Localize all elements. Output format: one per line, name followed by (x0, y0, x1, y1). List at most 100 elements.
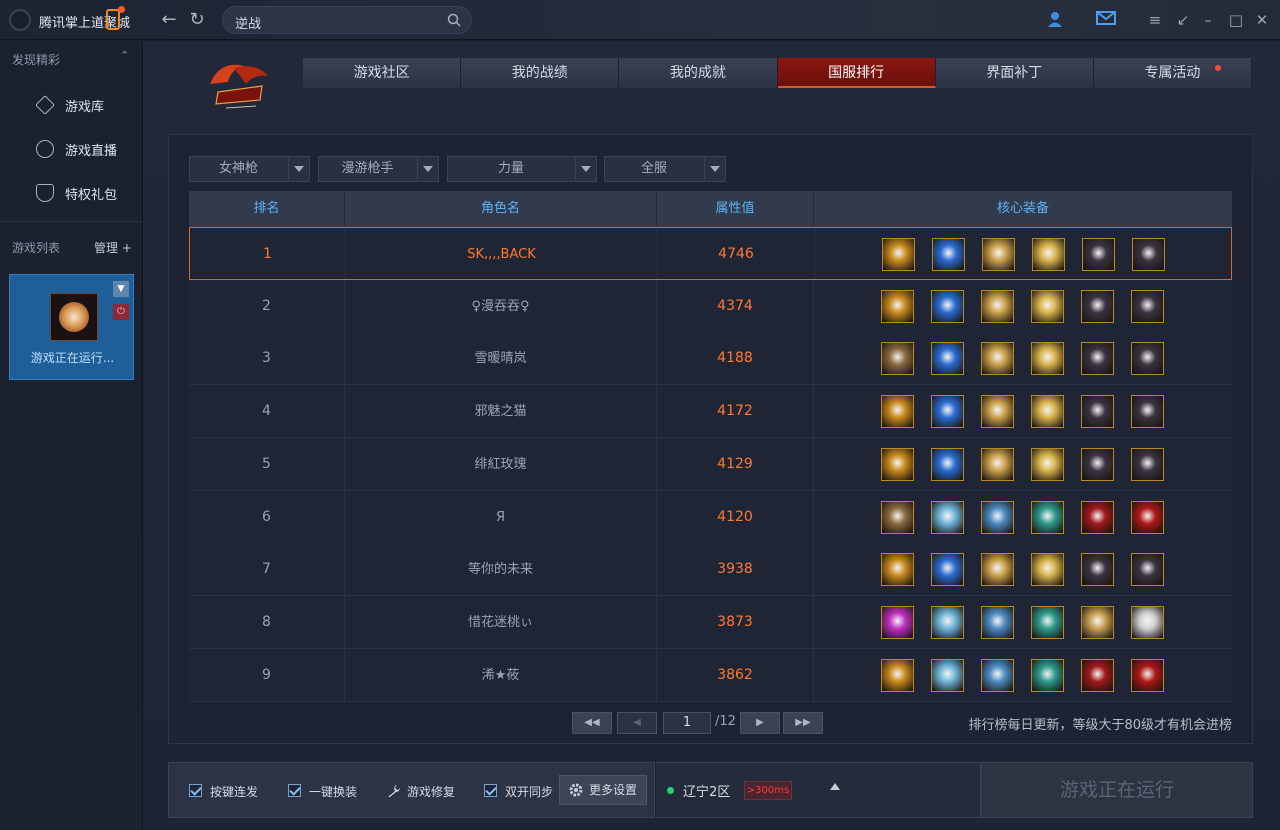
tab-exclusive-events[interactable]: 专属活动 (1093, 58, 1253, 88)
prev-page-button[interactable]: ◀ (617, 712, 657, 734)
expand-up-icon[interactable] (830, 783, 840, 790)
sidebar-item-game-library[interactable]: 游戏库 (0, 85, 142, 125)
star-accessory-icon[interactable] (1031, 553, 1064, 587)
armor-top-icon[interactable] (1081, 500, 1114, 534)
orb-accessory-icon[interactable] (932, 238, 965, 271)
star-accessory-icon[interactable] (1031, 395, 1064, 429)
refresh-icon[interactable]: ↻ (186, 9, 208, 31)
orb-accessory-icon[interactable] (931, 500, 964, 534)
armor-top-icon[interactable] (1082, 238, 1115, 271)
power-icon[interactable]: ⏻ (113, 304, 129, 320)
armor-top-icon[interactable] (1081, 289, 1114, 323)
orb-accessory-icon[interactable] (931, 289, 964, 323)
weapon-icon[interactable] (882, 238, 915, 271)
stat-filter-select[interactable]: 力量 (447, 156, 597, 182)
armor-top-icon[interactable] (1081, 395, 1114, 429)
tab-my-achievements[interactable]: 我的成就 (619, 58, 778, 88)
orb-accessory-icon[interactable] (931, 447, 964, 481)
necklace-icon[interactable] (981, 658, 1014, 692)
sidebar-item-gifts[interactable]: 特权礼包 (0, 173, 142, 213)
table-row[interactable]: 7 等你的未来 3938 (189, 543, 1232, 597)
sidebar-item-live[interactable]: 游戏直播 (0, 129, 142, 169)
armor-bottom-icon[interactable] (1131, 553, 1164, 587)
table-row[interactable]: 5 绯紅玫瑰 4129 (189, 437, 1232, 491)
table-row[interactable]: 4 邪魅之猫 4172 (189, 385, 1232, 439)
star-accessory-icon[interactable] (1032, 238, 1065, 271)
star-accessory-icon[interactable] (1031, 605, 1064, 639)
last-page-button[interactable]: ▶▶ (783, 712, 823, 734)
table-row[interactable]: 6 Я 4120 (189, 490, 1232, 544)
armor-top-icon[interactable] (1081, 658, 1114, 692)
necklace-icon[interactable] (981, 447, 1014, 481)
necklace-icon[interactable] (981, 395, 1014, 429)
table-row[interactable]: 1 SK,,,,BACK 4746 (189, 227, 1232, 280)
armor-top-icon[interactable] (1081, 342, 1114, 376)
weapon-icon[interactable] (881, 289, 914, 323)
armor-top-icon[interactable] (1081, 605, 1114, 639)
tab-ui-patch[interactable]: 界面补丁 (935, 58, 1094, 88)
necklace-icon[interactable] (982, 238, 1015, 271)
star-accessory-icon[interactable] (1031, 342, 1064, 376)
orb-accessory-icon[interactable] (931, 605, 964, 639)
orb-accessory-icon[interactable] (931, 342, 964, 376)
game-card[interactable]: ▼ ⏻ 游戏正在运行... (9, 274, 134, 380)
orb-accessory-icon[interactable] (931, 395, 964, 429)
armor-bottom-icon[interactable] (1132, 238, 1165, 271)
armor-bottom-icon[interactable] (1131, 500, 1164, 534)
weapon-icon[interactable] (881, 395, 914, 429)
mobile-phone-icon[interactable] (106, 6, 125, 30)
weapon-icon[interactable] (881, 500, 914, 534)
necklace-icon[interactable] (981, 500, 1014, 534)
weapon-icon[interactable] (881, 658, 914, 692)
armor-bottom-icon[interactable] (1131, 395, 1164, 429)
armor-bottom-icon[interactable] (1131, 342, 1164, 376)
armor-bottom-icon[interactable] (1131, 289, 1164, 323)
star-accessory-icon[interactable] (1031, 658, 1064, 692)
mail-icon[interactable] (1096, 10, 1116, 30)
necklace-icon[interactable] (981, 342, 1014, 376)
tab-national-ranking[interactable]: 国服排行 (777, 58, 936, 88)
weapon-icon[interactable] (881, 605, 914, 639)
star-accessory-icon[interactable] (1031, 289, 1064, 323)
close-icon[interactable]: ✕ (1252, 10, 1272, 30)
necklace-icon[interactable] (981, 289, 1014, 323)
search-input[interactable]: 逆战 (222, 6, 472, 34)
weapon-icon[interactable] (881, 553, 914, 587)
tab-community[interactable]: 游戏社区 (303, 58, 462, 88)
menu-icon[interactable]: ≡ (1145, 10, 1165, 30)
tab-my-record[interactable]: 我的战绩 (461, 58, 620, 88)
armor-top-icon[interactable] (1081, 553, 1114, 587)
page-number-input[interactable]: 1 (663, 712, 711, 734)
orb-accessory-icon[interactable] (931, 658, 964, 692)
armor-bottom-icon[interactable] (1131, 447, 1164, 481)
necklace-icon[interactable] (981, 553, 1014, 587)
star-accessory-icon[interactable] (1031, 447, 1064, 481)
orb-accessory-icon[interactable] (931, 553, 964, 587)
armor-bottom-icon[interactable] (1131, 658, 1164, 692)
back-arrow-icon[interactable]: ← (158, 9, 180, 31)
shrink-icon[interactable]: ↙ (1173, 10, 1193, 30)
armor-bottom-icon[interactable] (1131, 605, 1164, 639)
first-page-button[interactable]: ◀◀ (572, 712, 612, 734)
table-row[interactable]: 9 浠★莜 3862 (189, 648, 1232, 702)
weapon-icon[interactable] (881, 342, 914, 376)
minimize-icon[interactable]: – (1198, 10, 1218, 30)
dropdown-arrow-icon[interactable]: ▼ (113, 281, 129, 297)
table-row[interactable]: 3 雪暖晴岚 4188 (189, 332, 1232, 386)
class-filter-select[interactable]: 女神枪 (189, 156, 310, 182)
table-row[interactable]: 8 惜花迷桃ぃ 3873 (189, 595, 1232, 649)
armor-top-icon[interactable] (1081, 447, 1114, 481)
manage-button[interactable]: 管理 + (94, 239, 132, 256)
server-filter-select[interactable]: 全服 (604, 156, 726, 182)
weapon-icon[interactable] (881, 447, 914, 481)
user-icon[interactable] (1045, 10, 1065, 30)
necklace-icon[interactable] (981, 605, 1014, 639)
table-row[interactable]: 2 ♀漫吞吞♀ 4374 (189, 279, 1232, 333)
more-settings-button[interactable]: 更多设置 (559, 775, 647, 805)
search-icon[interactable] (447, 13, 461, 27)
maximize-icon[interactable]: □ (1226, 10, 1246, 30)
collapse-chevron-icon[interactable]: ⌃ (120, 49, 129, 62)
subclass-filter-select[interactable]: 漫游枪手 (318, 156, 439, 182)
star-accessory-icon[interactable] (1031, 500, 1064, 534)
next-page-button[interactable]: ▶ (740, 712, 780, 734)
